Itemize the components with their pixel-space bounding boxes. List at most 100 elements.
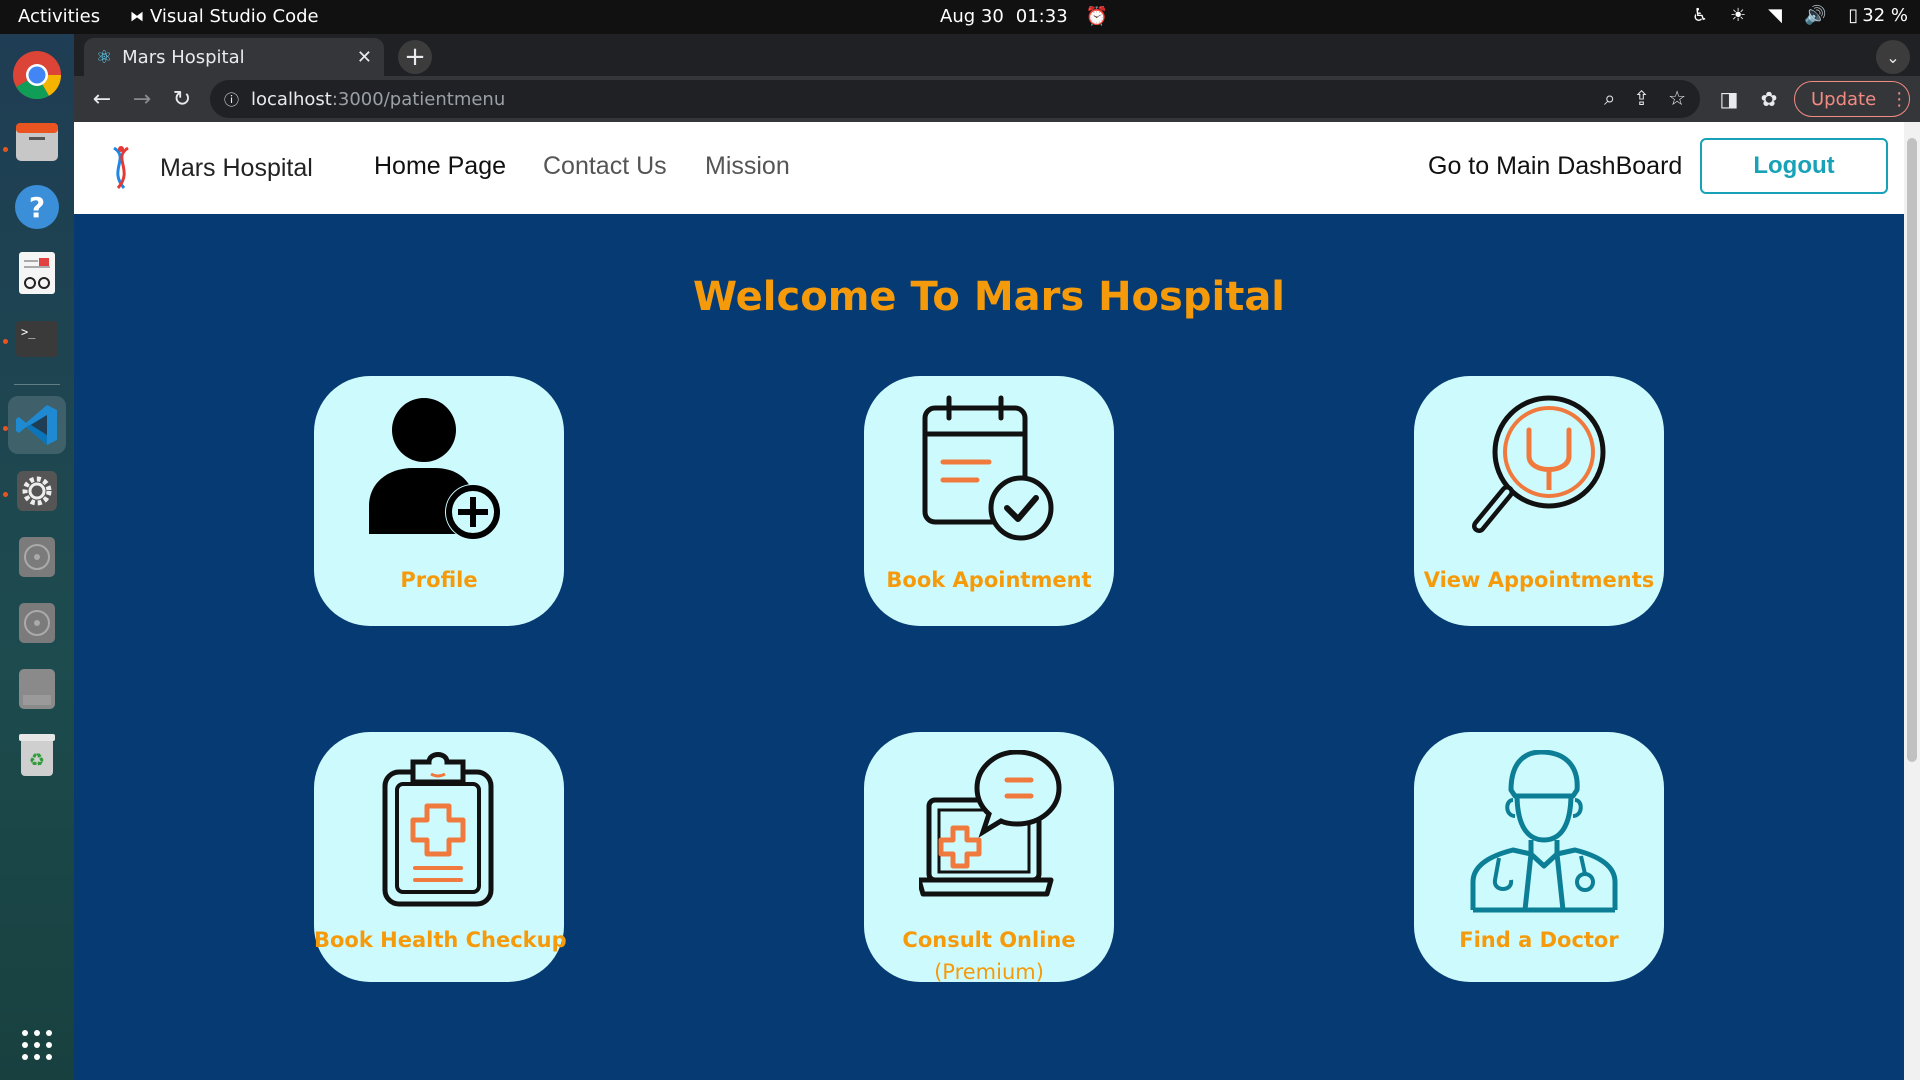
dock-disc-2[interactable]	[8, 594, 66, 652]
folder-icon	[16, 123, 58, 161]
nav-home-page[interactable]: Home Page	[374, 152, 506, 181]
url-path: :3000/patientmenu	[331, 88, 506, 110]
main-dashboard-link[interactable]: Go to Main DashBoard	[1428, 152, 1682, 181]
card-label: Find a Doctor	[1459, 928, 1619, 952]
vscode-icon	[16, 405, 57, 445]
card-profile[interactable]: Profile	[314, 376, 564, 626]
svg-text:♻: ♻	[29, 750, 45, 771]
dock: ? >_ ♻	[0, 34, 74, 1080]
card-view-appointments[interactable]: View Appointments	[1414, 376, 1664, 626]
dock-ssd[interactable]	[8, 660, 66, 718]
card-book-appointment[interactable]: Book Apointment	[864, 376, 1114, 626]
page-viewport: Mars Hospital Home Page Contact Us Missi…	[74, 122, 1920, 1080]
svg-text:?: ?	[29, 191, 45, 224]
tab-title: Mars Hospital	[122, 46, 245, 68]
optical-disc-icon	[19, 537, 55, 577]
url-text: localhost:3000/patientmenu	[251, 89, 505, 110]
trash-icon: ♻	[19, 734, 55, 776]
forward-button[interactable]: →	[126, 83, 158, 115]
optical-disc-icon	[19, 603, 55, 643]
nav-contact-us[interactable]: Contact Us	[543, 152, 667, 181]
dock-disc-1[interactable]	[8, 528, 66, 586]
side-panel-icon[interactable]: ◨	[1714, 84, 1744, 114]
clock-time: 01:33	[1015, 6, 1068, 27]
dock-help[interactable]: ?	[8, 178, 66, 236]
tab-search-button[interactable]: ⌄	[1876, 40, 1910, 74]
close-tab-icon[interactable]: ✕	[357, 47, 372, 68]
tab-strip: ⚛ Mars Hospital ✕ + ⌄	[74, 34, 1920, 76]
card-label: View Appointments	[1423, 568, 1655, 592]
calendar-check-icon	[922, 395, 1054, 541]
url-host: localhost	[251, 88, 332, 110]
document-viewer-icon	[19, 252, 55, 294]
app-name: Visual Studio Code	[150, 6, 319, 27]
tab-mars-hospital[interactable]: ⚛ Mars Hospital ✕	[84, 38, 384, 76]
back-button[interactable]: ←	[86, 83, 118, 115]
online-consult-icon	[919, 750, 1062, 897]
card-label: Consult Online	[902, 928, 1076, 952]
chrome-icon	[13, 51, 62, 100]
system-top-bar: Activities ⧓ Visual Studio Code Aug 30 0…	[0, 0, 1920, 34]
brand-name: Mars Hospital	[160, 153, 313, 182]
reload-button[interactable]: ↻	[166, 83, 198, 115]
clock-date: Aug 30	[940, 6, 1004, 27]
battery-indicator: ▯ 32 %	[1848, 5, 1908, 26]
battery-icon: ▯	[1848, 5, 1859, 26]
page-title: Welcome To Mars Hospital	[692, 274, 1286, 320]
alarm-icon: ⏰	[1085, 6, 1109, 27]
card-sublabel: (Premium)	[934, 960, 1044, 984]
user-add-icon	[369, 398, 501, 540]
system-tray[interactable]: ♿ ☀ ◥ 🔊 ▯ 32 %	[1692, 5, 1908, 26]
svg-text:>_: >_	[21, 325, 36, 339]
dock-trash[interactable]: ♻	[8, 726, 66, 784]
terminal-icon: >_	[16, 321, 58, 357]
zoom-icon[interactable]: ⌕	[1604, 86, 1615, 110]
accessibility-icon: ♿	[1691, 5, 1708, 26]
new-tab-button[interactable]: +	[398, 40, 432, 74]
stethoscope-search-icon	[1472, 395, 1606, 533]
dock-terminal[interactable]: >_	[8, 310, 66, 368]
dock-app-grid[interactable]	[8, 1016, 66, 1074]
page-scrollbar[interactable]	[1904, 122, 1920, 1080]
card-find-a-doctor[interactable]: Find a Doctor	[1414, 732, 1664, 982]
logout-button[interactable]: Logout	[1700, 138, 1888, 194]
brand[interactable]: Mars Hospital	[104, 144, 313, 192]
doctor-icon	[1470, 750, 1618, 913]
react-favicon-icon: ⚛	[96, 46, 113, 68]
dock-settings[interactable]	[8, 462, 66, 520]
dock-text-editor[interactable]	[8, 244, 66, 302]
card-label: Book Apointment	[886, 568, 1092, 592]
card-consult-online[interactable]: Consult Online (Premium)	[864, 732, 1114, 984]
bookmark-star-icon[interactable]: ☆	[1668, 86, 1686, 110]
drive-icon	[19, 669, 55, 709]
activities-button[interactable]: Activities	[18, 6, 100, 27]
nav-mission[interactable]: Mission	[705, 152, 790, 181]
dock-chrome[interactable]	[8, 46, 66, 104]
clock[interactable]: Aug 30 01:33 ⏰	[940, 6, 1108, 27]
card-book-health-checkup[interactable]: Book Health Checkup	[314, 732, 567, 982]
settings-gear-icon	[17, 471, 57, 511]
scrollbar-thumb[interactable]	[1907, 138, 1917, 762]
share-icon[interactable]: ⇪	[1633, 86, 1650, 110]
site-navbar: Mars Hospital Home Page Contact Us Missi…	[74, 122, 1904, 214]
card-label: Profile	[400, 568, 478, 592]
app-menu[interactable]: ⧓ Visual Studio Code	[130, 6, 319, 27]
browser-toolbar: ← → ↻ ⓘ localhost:3000/patientmenu ⌕ ⇪ ☆…	[74, 76, 1920, 122]
dock-files[interactable]	[8, 112, 66, 170]
profile-avatar-icon[interactable]: ✿	[1754, 84, 1784, 114]
app-grid-icon	[22, 1030, 52, 1060]
volume-icon: 🔊	[1803, 5, 1827, 26]
browser-window: ⚛ Mars Hospital ✕ + ⌄ ← → ↻ ⓘ localhost:…	[74, 34, 1920, 1080]
dock-separator	[14, 384, 60, 385]
battery-percent: 32 %	[1862, 5, 1908, 26]
clipboard-medical-icon	[382, 752, 494, 907]
dna-logo-icon	[113, 146, 129, 189]
help-icon: ?	[15, 185, 59, 229]
brightness-icon: ☀	[1729, 5, 1747, 26]
omnibox-actions: ⌕ ⇪ ☆	[1604, 86, 1686, 110]
site-info-icon[interactable]: ⓘ	[224, 89, 239, 110]
dock-vscode[interactable]	[8, 396, 66, 454]
address-bar[interactable]: ⓘ localhost:3000/patientmenu ⌕ ⇪ ☆	[210, 80, 1700, 118]
update-button[interactable]: Update ⋮	[1794, 81, 1910, 117]
card-label: Book Health Checkup	[314, 928, 567, 952]
